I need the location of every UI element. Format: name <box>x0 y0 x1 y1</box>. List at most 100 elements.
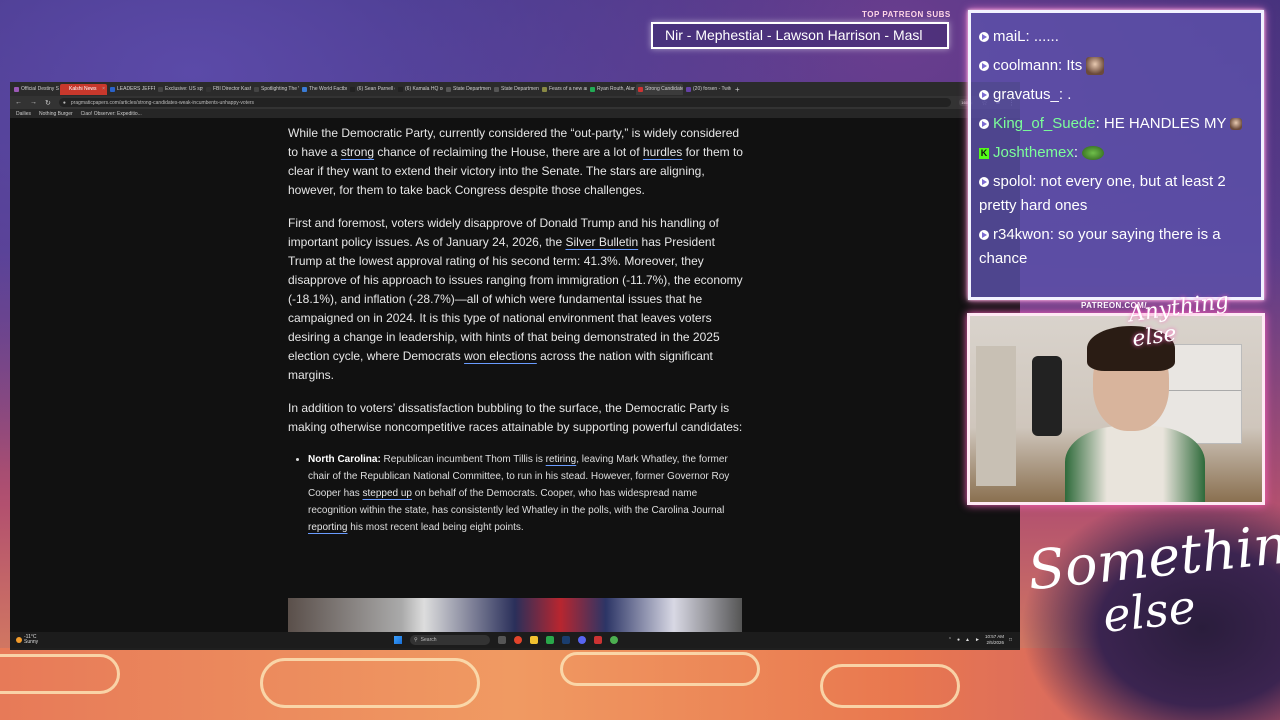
favicon-icon <box>686 86 691 92</box>
tab-1[interactable]: Kalshi News × <box>60 83 107 95</box>
biden-emote <box>1086 57 1105 76</box>
tab-12[interactable]: Ryan Routh, Alan E× <box>588 84 635 95</box>
favicon-icon <box>350 86 355 92</box>
tab-label: Fears of a new arm <box>549 86 587 92</box>
twitch-icon <box>979 119 989 130</box>
taskbar-search[interactable]: ⚲ Search <box>410 635 490 645</box>
shirt <box>1065 426 1205 502</box>
brave-icon[interactable] <box>514 636 522 644</box>
close-tab-icon[interactable]: × <box>102 86 105 92</box>
tab-6[interactable]: The World Factboo× <box>300 84 347 95</box>
clock[interactable]: 10:57 AM 2/5/2026 <box>985 634 1004 646</box>
tab-bar: Official Destiny Sub×Kalshi News×LEADERS… <box>10 82 1020 96</box>
tab-label: State Department <box>453 86 491 92</box>
time: 10:57 AM <box>984 634 1004 639</box>
tab-label: Ryan Routh, Alan E <box>597 86 635 92</box>
link-won-elections[interactable]: won elections <box>464 349 537 363</box>
volume-icon[interactable]: ► <box>975 637 980 643</box>
chat-message: r34kwon: so your saying there is a chanc… <box>979 223 1253 271</box>
twitch-icon <box>979 61 989 72</box>
list-item-heading: North Carolina: <box>308 454 381 465</box>
candidate-list: North Carolina: Republican incumbent Tho… <box>308 451 743 536</box>
tab-10[interactable]: State Department -× <box>492 84 539 95</box>
tray-chevron-icon[interactable]: ⌃ <box>948 637 952 643</box>
text: has President Trump at the lowest approv… <box>288 235 743 363</box>
file-explorer-icon[interactable] <box>530 636 538 644</box>
tab-0[interactable]: Official Destiny Sub× <box>12 84 59 95</box>
reload-icon[interactable]: ↻ <box>45 99 51 107</box>
system-tray: ⌃ ● ▲ ► 10:57 AM 2/5/2026 □ <box>948 634 1020 646</box>
chat-message: spolol: not every one, but at least 2 pr… <box>979 170 1253 218</box>
webcam-feed <box>967 313 1265 505</box>
chat-overlay: maiL: ...... coolmann: Its gravatus_: . Ki… <box>968 10 1264 300</box>
link-retiring[interactable]: retiring <box>546 454 577 465</box>
twitch-icon <box>979 230 989 241</box>
chat-username[interactable]: coolmann <box>993 57 1058 74</box>
favicon-icon <box>254 86 259 92</box>
tab-label: Exclusive: US spy c <box>165 86 203 92</box>
bookmark-nothing-burger[interactable]: Nothing Burger <box>39 111 73 117</box>
tab-5[interactable]: Spotlighting The W× <box>252 84 299 95</box>
twitch-icon <box>979 32 989 43</box>
hair <box>1087 326 1175 371</box>
url-field[interactable]: ● pragmaticpapers.com/articles/strong-ca… <box>58 98 952 107</box>
chat-username[interactable]: King_of_Suede <box>993 115 1096 132</box>
notification-icon[interactable]: □ <box>1009 637 1012 643</box>
favicon-icon <box>446 86 451 92</box>
favicon-icon <box>206 86 211 92</box>
obs-icon[interactable] <box>594 636 602 644</box>
chat-text: : <box>1073 144 1083 161</box>
windows-start-icon[interactable] <box>394 636 402 644</box>
back-icon[interactable]: ← <box>15 99 22 106</box>
browser-window: Official Destiny Sub×Kalshi News×LEADERS… <box>10 82 1020 650</box>
list-item-north-carolina: North Carolina: Republican incumbent Tho… <box>308 451 743 536</box>
chat-message: K Joshthemex: <box>979 141 1253 165</box>
chat-text: : Its <box>1058 57 1087 74</box>
tab-13[interactable]: Strong Candidates× <box>636 83 683 95</box>
kick-icon: K <box>979 147 989 159</box>
tab-label: FBI Director Kash P <box>213 86 251 92</box>
chat-message: coolmann: Its <box>979 54 1253 78</box>
mic-icon[interactable]: ● <box>957 637 960 643</box>
tab-7[interactable]: (6) Sean Parnell on× <box>348 84 395 95</box>
new-tab-icon[interactable]: + <box>735 85 740 94</box>
chat-username[interactable]: Joshthemex <box>993 144 1074 161</box>
link-reporting[interactable]: reporting <box>308 522 347 533</box>
link-strong[interactable]: strong <box>341 145 374 159</box>
task-view-icon[interactable] <box>498 636 506 644</box>
wifi-icon[interactable]: ▲ <box>965 637 970 643</box>
chat-text: . <box>1063 86 1072 103</box>
microphone <box>1032 356 1062 436</box>
chat-username[interactable]: spolol <box>993 173 1032 190</box>
streamer <box>1065 326 1205 502</box>
address-bar-row: ← → ↻ ● pragmaticpapers.com/articles/str… <box>10 96 1020 109</box>
tab-label: (6) Kamala HQ on <box>405 86 443 92</box>
tab-14[interactable]: (20) forsen - Twitch× <box>684 84 731 95</box>
spotify-icon[interactable] <box>546 636 554 644</box>
link-stepped-up[interactable]: stepped up <box>362 488 412 499</box>
forward-icon[interactable]: → <box>30 99 37 106</box>
link-silver-bulletin[interactable]: Silver Bulletin <box>566 235 639 249</box>
tab-11[interactable]: Fears of a new arm× <box>540 84 587 95</box>
text: chance of reclaiming the House, there ar… <box>374 145 643 159</box>
chrome-icon[interactable] <box>610 636 618 644</box>
favicon-icon <box>302 86 307 92</box>
discord-icon[interactable] <box>578 636 586 644</box>
paragraph-2: First and foremost, voters widely disapp… <box>288 214 743 385</box>
tab-9[interactable]: State Department× <box>444 84 491 95</box>
chat-username[interactable]: maiL <box>993 28 1026 45</box>
steam-icon[interactable] <box>562 636 570 644</box>
tab-2[interactable]: LEADERS JEFFRIES× <box>108 84 155 95</box>
twitch-icon <box>979 177 989 188</box>
chat-username[interactable]: r34kwon <box>993 226 1050 243</box>
paragraph-1: While the Democratic Party, currently co… <box>288 124 743 200</box>
tab-3[interactable]: Exclusive: US spy c× <box>156 84 203 95</box>
bookmark-ciao-observer[interactable]: Ciao! Observer: Expeditio... <box>81 111 142 117</box>
link-hurdles[interactable]: hurdles <box>643 145 682 159</box>
bookmark-dailies[interactable]: Dailies <box>16 111 31 117</box>
tab-8[interactable]: (6) Kamala HQ on× <box>396 84 443 95</box>
chat-username[interactable]: gravatus_: <box>993 86 1063 103</box>
weather-widget[interactable]: -11°C Sunny <box>10 635 130 645</box>
text: his most recent lead being eight points. <box>347 522 524 533</box>
tab-4[interactable]: FBI Director Kash P× <box>204 84 251 95</box>
